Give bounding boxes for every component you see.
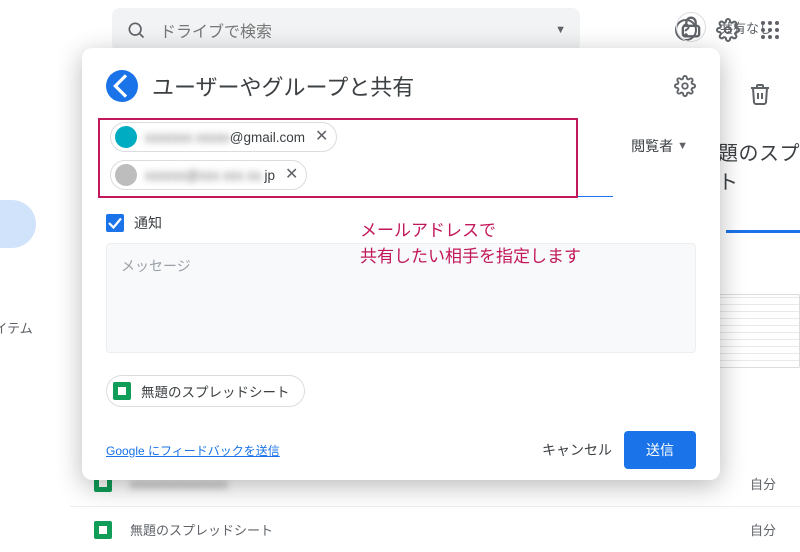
role-label: 閲覧者: [631, 136, 673, 156]
file-owner: 自分: [750, 474, 776, 493]
share-status-text: 共有なし: [720, 18, 772, 37]
recipient-input[interactable]: xxxxxxx xxxxx@gmail.com ✕ xxxxxx@xxx xxx…: [106, 120, 613, 197]
dialog-settings-icon[interactable]: [674, 75, 696, 97]
back-button[interactable]: [106, 70, 138, 102]
notify-checkbox[interactable]: [106, 214, 124, 232]
dialog-title: ユーザーやグループと共有: [152, 70, 414, 102]
cancel-button[interactable]: キャンセル: [530, 432, 624, 468]
remove-chip-icon[interactable]: ✕: [315, 129, 328, 145]
search-dropdown-icon[interactable]: ▼: [555, 24, 566, 36]
message-textarea[interactable]: メッセージ: [106, 243, 696, 353]
attachment-chip[interactable]: 無題のスプレッドシート: [106, 375, 305, 407]
file-row[interactable]: 無題のスプレッドシート 自分: [70, 506, 800, 552]
avatar: [115, 164, 137, 186]
recipient-chip[interactable]: xxxxxx@xxx xxx xx.jp ✕: [110, 160, 307, 190]
details-title: 題のスプト: [718, 140, 800, 198]
sidebar-item[interactable]: アイテム: [0, 318, 33, 337]
avatar: [115, 126, 137, 148]
lock-icon: [676, 12, 706, 42]
notify-label: 通知: [134, 213, 162, 233]
recipient-chip[interactable]: xxxxxxx xxxxx@gmail.com ✕: [110, 122, 337, 152]
sheets-icon: [113, 382, 131, 400]
tab-indicator: [726, 230, 800, 233]
send-button[interactable]: 送信: [624, 431, 696, 469]
trash-icon[interactable]: [748, 82, 772, 106]
share-dialog: ユーザーやグループと共有 xxxxxxx xxxxx@gmail.com ✕ x…: [82, 48, 720, 480]
search-bar[interactable]: ドライブで検索 ▼: [112, 8, 580, 52]
message-placeholder: メッセージ: [121, 258, 191, 274]
chevron-down-icon: ▼: [677, 140, 688, 152]
attachment-label: 無題のスプレッドシート: [141, 381, 290, 401]
search-placeholder: ドライブで検索: [160, 18, 272, 42]
role-select[interactable]: 閲覧者 ▼: [623, 130, 696, 162]
remove-chip-icon[interactable]: ✕: [285, 167, 298, 183]
new-button[interactable]: [0, 200, 36, 248]
search-icon: [126, 20, 146, 40]
feedback-link[interactable]: Google にフィードバックを送信: [106, 442, 280, 459]
